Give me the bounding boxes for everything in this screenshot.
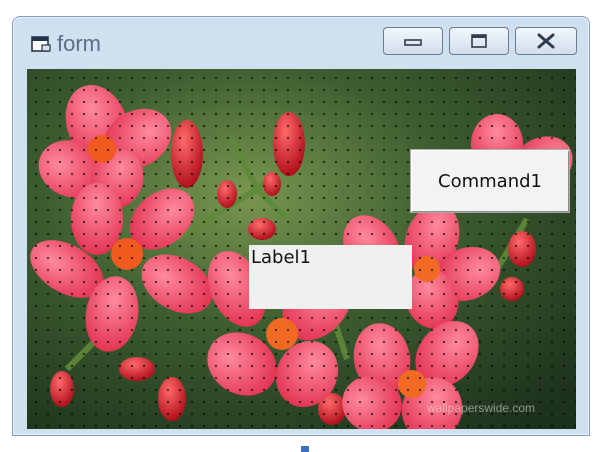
minimize-button[interactable] xyxy=(383,27,443,55)
title-bar[interactable]: form xyxy=(13,17,589,71)
label1-label[interactable]: Label1 xyxy=(249,245,412,309)
minimize-icon xyxy=(404,39,422,46)
form-window: form wallpaperswide.com Command1 Label1 xyxy=(12,16,590,436)
form-client-area[interactable]: wallpaperswide.com Command1 Label1 xyxy=(27,69,576,429)
maximize-button[interactable] xyxy=(449,27,509,55)
close-button[interactable] xyxy=(515,27,577,55)
image-watermark: wallpaperswide.com xyxy=(427,401,536,415)
maximize-icon xyxy=(471,34,487,48)
resize-handle[interactable] xyxy=(301,446,309,452)
close-icon xyxy=(537,33,555,49)
command1-button[interactable]: Command1 xyxy=(410,149,570,213)
form-app-icon xyxy=(31,36,51,52)
window-title: form xyxy=(57,31,101,56)
